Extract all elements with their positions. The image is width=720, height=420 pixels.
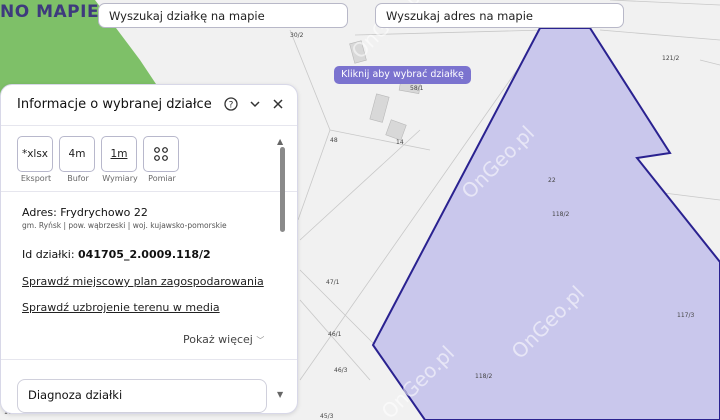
buffer-icon: 4m <box>59 136 95 172</box>
parcel-label: 118/2 <box>475 373 492 380</box>
parcel-label: 22 <box>548 177 556 184</box>
parcel-id-label: Id działki: <box>22 248 79 261</box>
export-label: Eksport <box>20 174 52 183</box>
buffer-label: Bufor <box>67 174 89 183</box>
parcel-label: 14 <box>396 139 404 146</box>
parcel-label: 48 <box>330 137 338 144</box>
address-search-input[interactable]: Wyszukaj adres na mapie <box>375 3 624 28</box>
parcel-label: 46/3 <box>334 367 348 374</box>
export-button[interactable]: *xlsx Eksport <box>17 136 55 183</box>
parcel-search-input[interactable]: Wyszukaj działkę na mapie <box>98 3 348 28</box>
diagnosis-section[interactable]: Diagnoza działki <box>17 379 267 413</box>
chevron-down-icon[interactable] <box>247 97 263 113</box>
close-icon[interactable] <box>270 97 286 113</box>
dimensions-label: Wymiary <box>102 174 138 183</box>
buffer-button[interactable]: 4m Bufor <box>59 136 97 183</box>
parcel-label: 47/1 <box>326 279 340 286</box>
dimensions-button[interactable]: 1m Wymiary <box>101 136 139 183</box>
export-icon: *xlsx <box>17 136 53 172</box>
measure-button[interactable]: Pomiar <box>143 136 181 183</box>
measure-icon <box>143 136 179 172</box>
scrollbar-thumb[interactable] <box>280 147 285 232</box>
parcel-label: 121/2 <box>662 55 679 62</box>
header-divider <box>1 125 297 126</box>
address-title: Adres: Frydrychowo 22 <box>22 206 148 219</box>
media-link[interactable]: Sprawdź uzbrojenie terenu w media <box>22 301 220 314</box>
parcel-label: 45/3 <box>320 413 334 420</box>
plan-link[interactable]: Sprawdź miejscowy plan zagospodarowania <box>22 275 264 288</box>
address-subtitle: gm. Ryńsk | pow. wąbrzeski | woj. kujaws… <box>22 221 227 230</box>
parcel-id-value: 041705_2.0009.118/2 <box>78 248 211 261</box>
parcel-label: 58/1 <box>410 85 424 92</box>
show-more-label: Pokaż więcej <box>183 333 253 346</box>
scroll-down-icon[interactable]: ▼ <box>277 390 283 399</box>
ruler-icon: 1m <box>101 136 137 172</box>
parcel-label: 118/2 <box>552 211 569 218</box>
app-logo[interactable]: NO MAPIE <box>0 2 99 22</box>
parcel-label: 30/2 <box>290 32 304 39</box>
chevron-down-icon: ﹀ <box>256 336 265 345</box>
panel-title: Informacje o wybranej działce <box>17 97 212 112</box>
tools-divider <box>1 191 297 192</box>
scroll-up-icon[interactable]: ▲ <box>277 137 283 146</box>
parcel-label: 117/3 <box>677 312 694 319</box>
svg-text:?: ? <box>229 101 234 111</box>
parcel-label: 46/1 <box>328 331 342 338</box>
measure-label: Pomiar <box>148 174 176 183</box>
help-icon[interactable]: ? <box>223 97 239 113</box>
parcel-id: Id działki: 041705_2.0009.118/2 <box>22 248 211 261</box>
map-tooltip: Kliknij aby wybrać działkę <box>334 66 471 84</box>
show-more-button[interactable]: Pokaż więcej ﹀ <box>183 333 264 346</box>
parcel-info-panel: Informacje o wybranej działce ? *xlsx Ek… <box>0 84 298 414</box>
more-divider <box>1 359 297 360</box>
